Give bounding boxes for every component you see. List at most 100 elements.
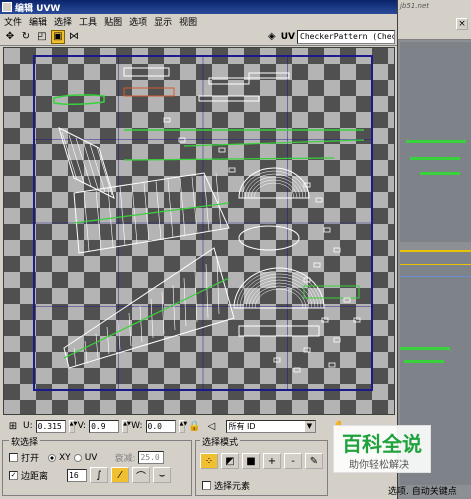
uv-canvas[interactable]	[3, 47, 395, 415]
mode-buttons-row: ⁘ ◩ ■ + - ✎	[200, 453, 323, 469]
paint-brush-icon[interactable]: ✎	[305, 453, 323, 469]
uv-wing-edge	[95, 333, 99, 359]
checker-icon[interactable]: ◈	[265, 30, 279, 44]
uv-wing-edge	[84, 340, 88, 363]
lock-selection-icon[interactable]: 🔒	[188, 419, 202, 433]
uv-wing	[63, 247, 235, 369]
uv-edge-selected	[63, 277, 230, 359]
uv-island	[321, 317, 329, 323]
uv-wing-edge	[143, 182, 150, 242]
v-field[interactable]: 0.9	[89, 419, 120, 433]
menu-options[interactable]: 选项	[129, 15, 147, 28]
uv-tail-edge	[75, 137, 92, 187]
menu-file[interactable]: 文件	[4, 15, 22, 28]
status-select-button[interactable]: 选项.	[388, 487, 409, 497]
grid-line	[400, 276, 471, 277]
uv-island	[333, 337, 341, 343]
uv-edge-selected	[123, 157, 335, 161]
uv-island	[313, 262, 321, 268]
falloff-curve-2-icon[interactable]: ⁄	[111, 467, 130, 483]
menu-display[interactable]: 显示	[154, 15, 172, 28]
model-wire	[404, 360, 444, 363]
uv-shell	[198, 95, 260, 102]
menu-select[interactable]: 选择	[54, 15, 72, 28]
xy-label: XY	[59, 452, 71, 463]
face-mode-icon[interactable]: ■	[242, 453, 260, 469]
uv-wing-edge	[131, 184, 138, 244]
falloff-field[interactable]: 25.0	[138, 451, 165, 464]
paint-select-icon[interactable]: ◁	[205, 419, 219, 433]
edge-distance-checkbox[interactable]: ✓	[9, 470, 18, 480]
menu-edit[interactable]: 编辑	[29, 15, 47, 28]
selection-mode-panel: 选择模式 ⁘ ◩ ■ + - ✎ 选择元素	[195, 435, 328, 496]
menu-view[interactable]: 视图	[179, 15, 197, 28]
u-label: U:	[23, 421, 33, 431]
xy-radio[interactable]	[48, 453, 57, 462]
status-bar: 选项. 自动关键点	[388, 484, 457, 497]
soft-selection-panel: 软选择 打开 XY UV 衰减: 25.0 ✓ 边距离 16 ∫ ⁄ ⌒ ⌣	[2, 435, 192, 496]
open-label: 打开	[21, 454, 40, 464]
uv-island	[218, 147, 226, 153]
rotate-icon[interactable]: ↻	[19, 30, 33, 44]
uv-wing-edge	[183, 277, 187, 327]
open-checkbox[interactable]	[9, 453, 18, 462]
w-label: W:	[131, 421, 143, 431]
id-filter-value: 所有 ID	[228, 421, 256, 431]
window-title: 编辑 UVW	[15, 3, 61, 14]
u-spinner[interactable]: ▲▼	[68, 419, 77, 433]
uv-island	[228, 167, 236, 173]
falloff-curve-1-icon[interactable]: ∫	[90, 467, 109, 483]
u-field[interactable]: 0.315	[35, 419, 66, 433]
texture-dropdown[interactable]: CheckerPattern (Checker)	[297, 29, 395, 44]
falloff-curve-4-icon[interactable]: ⌣	[153, 467, 172, 483]
uv-shell	[123, 67, 170, 77]
uv-radio-label: UV	[84, 452, 98, 463]
menu-mapping[interactable]: 贴图	[104, 15, 122, 28]
w-field[interactable]: 0.0	[145, 419, 176, 433]
menu-tools[interactable]: 工具	[79, 15, 97, 28]
v-spinner[interactable]: ▲▼	[122, 419, 131, 433]
uv-wing-edge	[150, 298, 154, 339]
uv-wing-edge	[139, 305, 143, 343]
uv-island	[333, 247, 341, 253]
model-wire	[410, 157, 460, 160]
lock-icon[interactable]: ⊞	[6, 419, 20, 433]
app-icon	[2, 2, 12, 12]
viewport-top[interactable]	[400, 42, 471, 242]
move-icon[interactable]: ✥	[3, 30, 17, 44]
uv-shell	[248, 72, 290, 79]
uv-wing-edge	[161, 291, 165, 335]
uv-wireframe	[33, 55, 373, 391]
model-wire	[400, 347, 450, 350]
shrink-selection-button[interactable]: -	[284, 453, 302, 469]
mirror-icon[interactable]: ⋈	[67, 30, 81, 44]
uv-island	[323, 227, 331, 233]
auto-key-label[interactable]: 自动关键点	[412, 487, 457, 497]
uv-island	[293, 367, 301, 373]
title-bar[interactable]: 编辑 UVW	[0, 0, 397, 14]
scale-icon[interactable]: ◰	[35, 30, 49, 44]
uv-shell	[208, 77, 250, 85]
id-filter-dropdown[interactable]: 所有 ID ▼	[225, 419, 316, 433]
uv-radio[interactable]	[73, 453, 82, 462]
edge-distance-field[interactable]: 16	[67, 468, 88, 482]
freeform-icon[interactable]: ▣	[51, 29, 65, 44]
uv-disc-ring	[253, 182, 295, 199]
model-wire	[420, 172, 460, 175]
w-spinner[interactable]: ▲▼	[178, 419, 187, 433]
watermark-title: 百科全说	[342, 432, 422, 456]
falloff-curve-3-icon[interactable]: ⌒	[132, 467, 151, 483]
uv-wing-edge	[155, 181, 162, 240]
uv-island	[315, 197, 323, 203]
edge-mode-icon[interactable]: ◩	[221, 453, 239, 469]
uv-disc-ring	[251, 285, 307, 309]
grow-selection-button[interactable]: +	[263, 453, 281, 469]
uv-island	[273, 357, 281, 363]
close-icon[interactable]: ×	[456, 18, 468, 30]
uv-island	[343, 297, 351, 303]
v-label: V:	[77, 421, 87, 431]
uv-label: UV	[280, 31, 295, 42]
vertex-mode-icon[interactable]: ⁘	[200, 453, 218, 469]
corner-watermark: jb51.net	[400, 2, 430, 10]
select-elements-checkbox[interactable]	[202, 481, 211, 490]
